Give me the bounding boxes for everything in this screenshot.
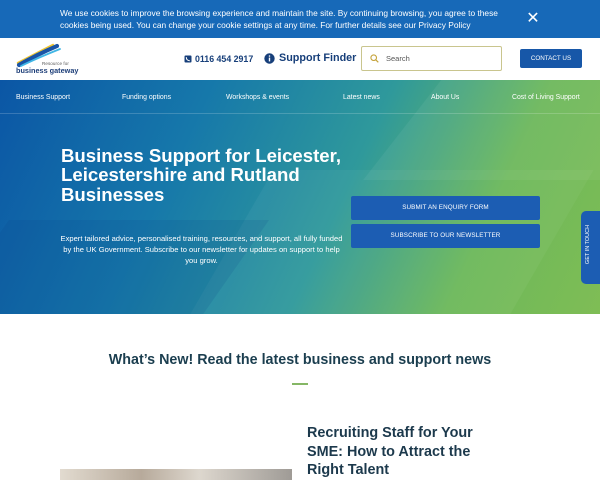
article-title-link[interactable]: Recruiting Staff for Your SME: How to At… xyxy=(307,424,492,480)
news-section-heading: What’s New! Read the latest business and… xyxy=(108,352,492,368)
hero-section: Business Support Funding options Worksho… xyxy=(0,80,600,314)
nav-item-cost-of-living-support[interactable]: Cost of Living Support xyxy=(512,94,580,101)
submit-enquiry-button[interactable]: SUBMIT AN ENQUIRY FORM xyxy=(351,196,540,220)
cookie-message: We use cookies to improve the browsing e… xyxy=(60,8,498,30)
nav-item-funding-options[interactable]: Funding options xyxy=(122,94,171,101)
search-input[interactable] xyxy=(386,48,496,69)
support-finder-link[interactable]: Support Finder xyxy=(264,50,356,66)
support-finder-label: Support Finder xyxy=(279,52,357,64)
article-image[interactable] xyxy=(60,469,292,480)
search-icon[interactable] xyxy=(370,54,379,63)
nav-item-workshops-events[interactable]: Workshops & events xyxy=(226,94,289,101)
main-navigation: Business Support Funding options Worksho… xyxy=(0,80,600,114)
subscribe-newsletter-button[interactable]: SUBSCRIBE TO OUR NEWSLETTER xyxy=(351,224,540,248)
hero-description: Expert tailored advice, personalised tra… xyxy=(60,234,343,266)
phone-number: 0116 454 2917 xyxy=(195,54,254,64)
logo-text: business gateway xyxy=(16,66,79,75)
search-box[interactable] xyxy=(361,46,502,71)
cookie-banner: We use cookies to improve the browsing e… xyxy=(0,0,600,38)
nav-item-latest-news[interactable]: Latest news xyxy=(343,94,380,101)
get-in-touch-label: GET IN TOUCH xyxy=(585,224,591,265)
get-in-touch-tab[interactable]: GET IN TOUCH xyxy=(581,211,600,284)
close-icon[interactable]: ✕ xyxy=(524,10,542,28)
business-gateway-logo[interactable]: Resource for business gateway xyxy=(14,41,94,77)
phone-link[interactable]: 0116 454 2917 xyxy=(184,52,253,66)
nav-item-business-support[interactable]: Business Support xyxy=(16,94,70,101)
nav-item-about-us[interactable]: About Us xyxy=(431,94,459,101)
hero-title: Business Support for Leicester, Leiceste… xyxy=(61,145,342,205)
phone-icon xyxy=(184,55,192,63)
contact-us-button[interactable]: CONTACT US xyxy=(520,49,582,68)
info-icon xyxy=(264,52,275,64)
site-header: Resource for business gateway 0116 454 2… xyxy=(0,38,600,80)
heading-divider xyxy=(292,383,308,385)
